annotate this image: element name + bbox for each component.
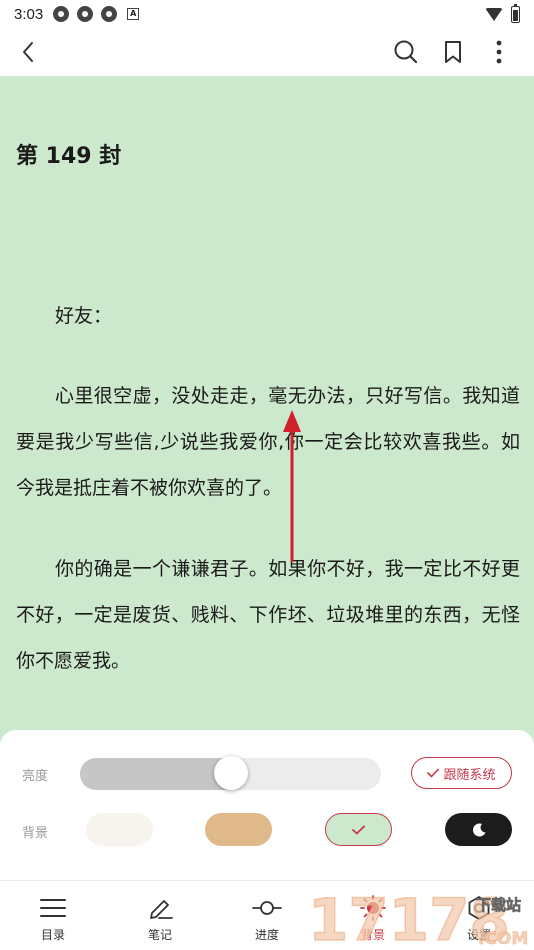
background-swatch-green[interactable] <box>325 813 392 846</box>
paragraph: 好友： <box>55 305 113 327</box>
reading-area[interactable]: 第 149 封 好友： 心里很空虚，没处走走，毫无办法，只好写信。我知道要是我少… <box>0 76 534 736</box>
nav-item-progress[interactable]: 进度 <box>222 881 312 950</box>
more-icon <box>496 40 502 64</box>
moon-icon <box>472 823 485 836</box>
brightness-slider-thumb[interactable] <box>214 756 248 790</box>
brightness-label: 亮度 <box>22 769 49 784</box>
search-button[interactable] <box>392 38 420 66</box>
nav-label: 笔记 <box>147 928 172 942</box>
check-icon <box>352 825 365 834</box>
notification-icon <box>53 6 70 22</box>
nav-label: 目录 <box>40 928 65 942</box>
more-button[interactable] <box>485 38 513 66</box>
background-swatch-night[interactable] <box>445 813 512 846</box>
bookmark-icon <box>445 41 461 63</box>
progress-icon <box>252 901 282 915</box>
gear-icon <box>468 896 490 920</box>
nav-label: 进度 <box>254 928 279 942</box>
nav-item-settings[interactable]: 设置 <box>434 881 524 950</box>
list-icon <box>40 899 66 917</box>
paragraph: 你的确是一个谦谦君子。如果你不好，我一定比不好更不好，一定是废货、贱料、下作坯、… <box>16 558 520 672</box>
a-icon: A <box>127 8 140 20</box>
bottom-navigation: 目录 笔记 进度 背景 设置 <box>0 880 534 950</box>
wifi-icon <box>485 7 503 21</box>
follow-system-label: 跟随系统 <box>443 767 496 783</box>
brightness-slider-fill <box>80 758 231 790</box>
notification-icon <box>101 6 118 22</box>
search-icon <box>394 40 418 64</box>
background-swatch-white[interactable] <box>86 813 153 846</box>
status-time: 3:03 <box>14 5 44 23</box>
chapter-title: 第 149 封 <box>16 144 122 169</box>
check-icon <box>427 768 440 778</box>
nav-label: 背景 <box>360 928 385 942</box>
back-button[interactable] <box>14 38 42 66</box>
follow-system-button[interactable]: 跟随系统 <box>411 757 512 789</box>
back-icon <box>23 42 33 62</box>
background-label: 背景 <box>22 826 49 841</box>
nav-item-catalog[interactable]: 目录 <box>8 881 98 950</box>
background-swatch-tan[interactable] <box>205 813 272 846</box>
reader-toolbar <box>0 28 534 76</box>
nav-label: 设置 <box>466 928 491 942</box>
battery-icon <box>511 3 520 23</box>
paragraph: 心里很空虚，没处走走，毫无办法，只好写信。我知道要是我少写些信,少说些我爱你,你… <box>16 385 520 499</box>
display-settings-panel: 亮度 跟随系统 背景 <box>0 730 534 880</box>
nav-item-notes[interactable]: 笔记 <box>115 881 205 950</box>
nav-item-background[interactable]: 背景 <box>328 881 418 950</box>
sun-icon <box>360 895 386 921</box>
notification-icon <box>77 6 94 22</box>
bookmark-button[interactable] <box>439 38 467 66</box>
pencil-icon <box>150 900 173 919</box>
status-bar: 3:03 A <box>0 0 534 28</box>
